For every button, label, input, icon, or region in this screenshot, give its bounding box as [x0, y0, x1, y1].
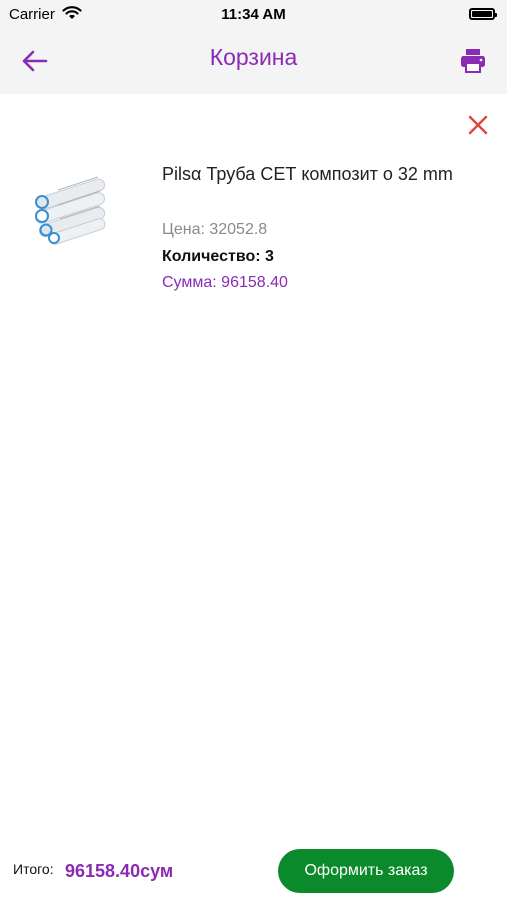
- status-time: 11:34 AM: [221, 6, 286, 23]
- page-title: Корзина: [209, 44, 298, 70]
- total-value: 96158.40сум: [65, 861, 174, 881]
- status-bar: Carrier 11:34 AM: [0, 0, 507, 30]
- battery-icon: [469, 8, 497, 20]
- product-price: Цена: 32052.8: [162, 221, 268, 238]
- product-quantity: Количество: 3: [162, 248, 274, 265]
- remove-item-icon[interactable]: [467, 114, 489, 136]
- nav-bar: Корзина: [0, 30, 507, 94]
- product-name: Pilsα Труба СЕТ композит о 32 mm: [162, 164, 453, 184]
- place-order-button[interactable]: Оформить заказ: [278, 849, 454, 893]
- printer-icon[interactable]: [459, 46, 487, 74]
- product-sum: Сумма: 96158.40: [162, 274, 288, 291]
- product-image: [34, 176, 106, 245]
- total-label: Итого:: [13, 861, 54, 877]
